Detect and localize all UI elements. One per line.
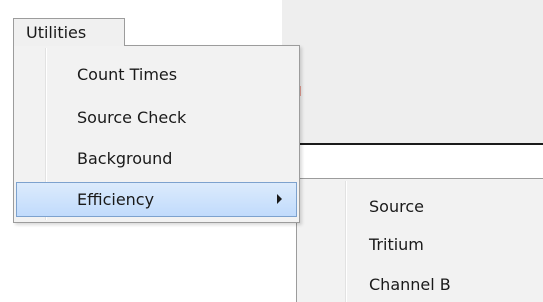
window-content-panel xyxy=(282,0,543,143)
submenu-arrow-icon xyxy=(277,194,282,204)
menu-item-source-check[interactable]: Source Check xyxy=(16,101,297,133)
menu-item-efficiency[interactable]: Efficiency xyxy=(16,182,297,217)
window-divider xyxy=(300,143,543,145)
menu-item-label: Background xyxy=(77,149,173,168)
submenu-item-label: Source xyxy=(369,197,424,216)
menu-item-label: Efficiency xyxy=(77,190,155,209)
menu-item-label: Count Times xyxy=(77,65,178,84)
menu-item-count-times[interactable]: Count Times xyxy=(16,58,297,90)
submenu-item-label: Tritium xyxy=(369,235,424,254)
efficiency-submenu: Source Tritium Channel B xyxy=(296,178,543,302)
submenu-item-channel-b[interactable]: Channel B xyxy=(299,269,539,301)
submenu-item-label: Channel B xyxy=(369,275,451,294)
utilities-dropdown: Count Times Source Check Background Effi… xyxy=(13,45,300,223)
menu-item-background[interactable]: Background xyxy=(16,142,297,174)
menu-item-label: Source Check xyxy=(77,108,187,127)
menu-utilities[interactable]: Utilities xyxy=(13,18,125,46)
submenu-item-source[interactable]: Source xyxy=(299,191,539,223)
submenu-item-tritium[interactable]: Tritium xyxy=(299,229,539,261)
